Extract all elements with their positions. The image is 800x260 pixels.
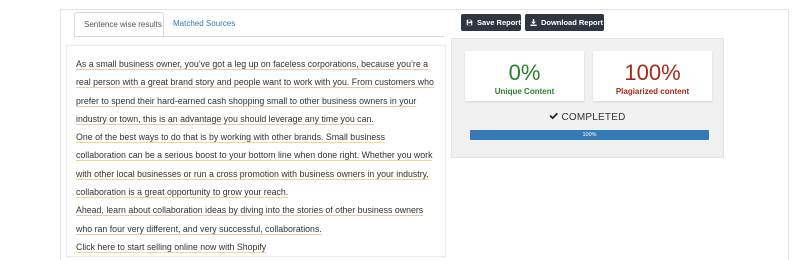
save-report-button[interactable]: Save Report — [461, 14, 521, 31]
completed-status-text: COMPLETED — [561, 112, 626, 123]
unique-content-label: Unique Content — [494, 87, 555, 96]
download-icon — [530, 19, 539, 27]
sentence-paragraph-4[interactable]: Click here to start selling online now w… — [76, 241, 267, 253]
unique-content-card: 0% Unique Content — [465, 51, 584, 101]
text-results-panel[interactable]: As a small business owner, you’ve got a … — [66, 45, 446, 257]
result-summary-panel: 0% Unique Content 100% Plagiarized conte… — [451, 38, 724, 158]
plagiarized-percent: 100% — [624, 60, 681, 85]
progress-fill: 100% — [470, 130, 709, 140]
sentence-paragraph-3[interactable]: Ahead, learn about collaboration ideas b… — [76, 205, 424, 235]
download-report-label: Download Report — [540, 18, 604, 27]
check-icon — [549, 112, 561, 123]
save-report-label: Save Report — [476, 18, 521, 27]
progress-bar: 100% — [470, 130, 709, 140]
completed-status: COMPLETED — [452, 112, 723, 123]
tab-divider — [74, 36, 444, 37]
download-report-button[interactable]: Download Report — [525, 14, 604, 31]
tab-matched-sources[interactable]: Matched Sources — [164, 12, 244, 36]
unique-percent: 0% — [508, 60, 541, 85]
plagiarized-content-label: Plagiarized content — [615, 87, 690, 96]
plagiarized-content-card: 100% Plagiarized content — [593, 51, 712, 101]
text-body: As a small business owner, you’ve got a … — [76, 55, 436, 256]
tab-sentence-wise-results[interactable]: Sentence wise results — [74, 12, 164, 38]
sentence-paragraph-2[interactable]: One of the best ways to do that is by wo… — [76, 132, 433, 199]
save-icon — [466, 19, 475, 27]
sentence-paragraph-1[interactable]: As a small business owner, you’ve got a … — [76, 59, 434, 125]
